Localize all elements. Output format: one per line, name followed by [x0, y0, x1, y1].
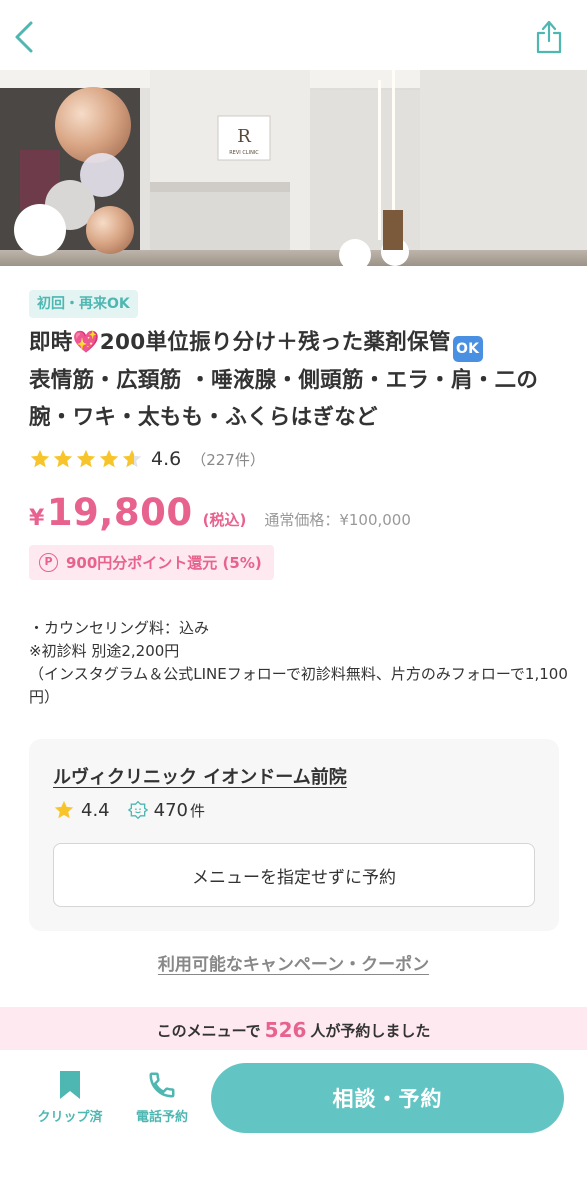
rating-count[interactable]: （227件） [191, 449, 265, 470]
bottom-action-bar: クリップ済 電話予約 相談・予約 [0, 1050, 587, 1200]
clinic-logo-text: REVI CLINIC [229, 150, 259, 156]
star-icon [99, 449, 119, 468]
star-icon [53, 449, 73, 468]
price-row: ¥19,800 (税込) 通常価格：¥100,000 [29, 491, 411, 534]
star-icon [76, 449, 96, 468]
points-text: 900円分ポイント還元 (5%) [66, 554, 262, 572]
price-amount: 19,800 [46, 491, 193, 534]
description-line: （インスタグラム＆公式LINEフォローで初診料無料、片方のみフォローで1,100… [29, 665, 568, 706]
tax-label: (税込) [202, 511, 247, 529]
clinic-logo-mark: R [237, 126, 251, 147]
half-star-icon [122, 449, 142, 468]
clinic-rating: 4.4 [81, 799, 110, 821]
clinic-review-unit: 件 [190, 801, 206, 820]
star-rating [29, 448, 143, 470]
price: ¥19,800 [29, 491, 193, 534]
menu-description: ・カウンセリング料：込み ※初診料 別途2,200円 （インスタグラム＆公式LI… [29, 617, 569, 709]
back-button[interactable] [6, 14, 42, 60]
clinic-name-link[interactable]: ルヴィクリニック イオンドーム前院 [53, 763, 347, 789]
menu-title-part2: 200単位振り分け＋残った薬剤保管 [99, 330, 451, 355]
phone-icon [149, 1072, 175, 1098]
clinic-card: ルヴィクリニック イオンドーム前院 4.4 470 件 メニューを指定せずに予約 [29, 739, 559, 931]
point-icon: P [39, 553, 58, 572]
clinic-stats: 4.4 470 件 [53, 799, 205, 821]
phone-label: 電話予約 [135, 1110, 188, 1125]
share-button[interactable] [529, 14, 569, 58]
menu-title-part1: 即時 [29, 330, 73, 355]
booked-prefix: このメニューで [156, 1021, 261, 1040]
booked-count: 526 [264, 1018, 307, 1042]
star-icon [30, 449, 50, 468]
rating-value: 4.6 [151, 448, 182, 470]
description-line: ・カウンセリング料：込み [29, 619, 210, 637]
bookmark-icon [60, 1071, 80, 1099]
clinic-review-count: 470 [153, 799, 188, 821]
visit-type-badge: 初回・再来OK [29, 290, 138, 318]
sparkling-heart-emoji: 💖 [72, 330, 100, 355]
campaign-coupon-link[interactable]: 利用可能なキャンペーン・クーポン [0, 950, 587, 975]
top-bar [0, 0, 587, 70]
ok-emoji: OK [452, 336, 483, 362]
points-badge: P 900円分ポイント還元 (5%) [29, 545, 274, 580]
menu-rating: 4.6 （227件） [29, 446, 265, 472]
consult-reserve-button[interactable]: 相談・予約 [211, 1063, 564, 1133]
regular-price: 通常価格：¥100,000 [264, 511, 411, 529]
star-icon [54, 800, 74, 819]
clinic-photo: R REVI CLINIC [0, 70, 587, 266]
booked-count-bar: このメニューで 526 人が予約しました [0, 1007, 587, 1053]
menu-title: 即時💖200単位振り分け＋残った薬剤保管 OK 表情筋・広頚筋 ・唾液腺・側頭筋・エ… [29, 324, 569, 436]
clip-label: クリップ済 [37, 1110, 103, 1125]
menu-title-part3: 表情筋・広頚筋 ・唾液腺・側頭筋・エラ・肩・二の腕・ワキ・太もも・ふくらはぎなど [29, 368, 539, 430]
price-currency: ¥ [29, 506, 45, 531]
share-icon [536, 20, 562, 54]
phone-reserve-button[interactable]: 電話予約 [124, 1070, 200, 1130]
description-line: ※初診料 別途2,200円 [29, 642, 180, 660]
clinic-interior-image: R REVI CLINIC [0, 70, 587, 266]
chevron-left-icon [15, 21, 33, 53]
reserve-without-menu-button[interactable]: メニューを指定せずに予約 [53, 843, 535, 907]
clip-button[interactable]: クリップ済 [28, 1070, 112, 1130]
booked-suffix: 人が予約しました [310, 1021, 431, 1040]
review-icon [127, 800, 148, 820]
